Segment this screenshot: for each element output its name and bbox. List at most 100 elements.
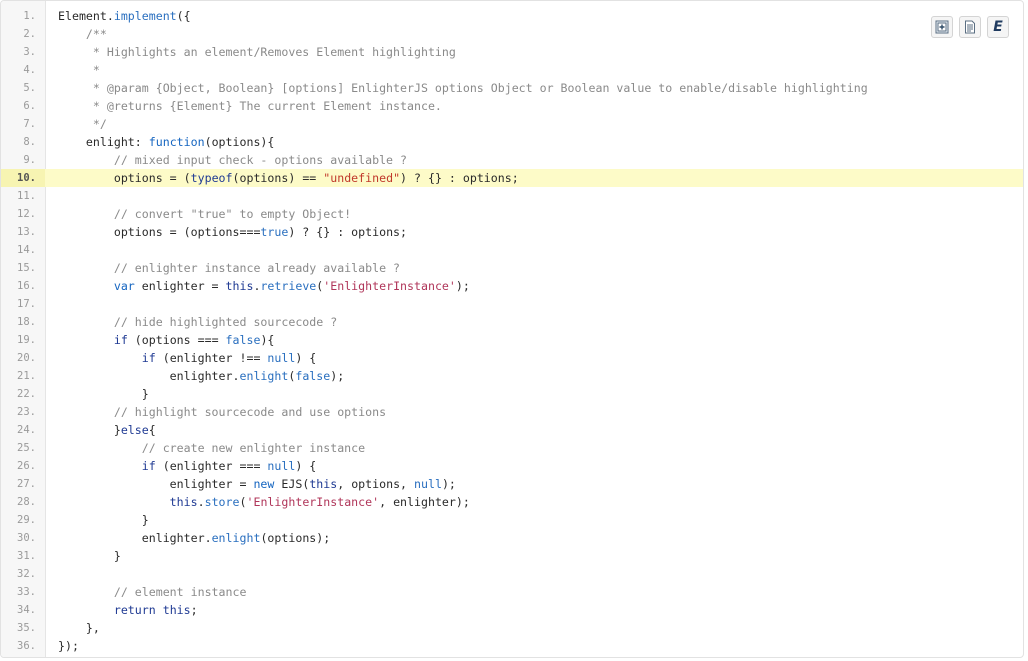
code-line: 30. enlighter.enlight(options); xyxy=(1,529,1023,547)
code-text: // hide highlighted sourcecode ? xyxy=(58,313,337,331)
line-number: 19. xyxy=(17,334,36,346)
code-token: Element. xyxy=(58,9,114,23)
code-token: ) ? {} : options; xyxy=(288,225,408,239)
code-token: * @param {Object, Boolean} [options] Enl… xyxy=(58,81,868,95)
line-number: 2. xyxy=(23,28,36,40)
code-token: // convert "true" to empty Object! xyxy=(58,207,352,221)
code-token: store xyxy=(204,495,240,509)
code-token: ); xyxy=(330,369,345,383)
code-token: (enlighter === xyxy=(155,459,268,473)
code-token: ){ xyxy=(260,333,275,347)
raw-source-button[interactable] xyxy=(959,16,981,38)
line-number: 14. xyxy=(17,244,36,256)
code-token: } xyxy=(58,549,121,563)
code-text: }); xyxy=(58,637,79,655)
code-line: 6. * @returns {Element} The current Elem… xyxy=(1,97,1023,115)
code-line: 25. // create new enlighter instance xyxy=(1,439,1023,457)
line-number: 31. xyxy=(17,550,36,562)
code-token: typeof xyxy=(190,171,233,185)
line-number: 27. xyxy=(17,478,36,490)
code-line: 9. // mixed input check - options availa… xyxy=(1,151,1023,169)
code-line: 14. xyxy=(1,241,1023,259)
code-line: 31. } xyxy=(1,547,1023,565)
line-number: 1. xyxy=(23,10,36,22)
code-token: // hide highlighted sourcecode ? xyxy=(58,315,338,329)
code-line: 21. enlighter.enlight(false); xyxy=(1,367,1023,385)
enlighterjs-logo-button[interactable]: E xyxy=(987,16,1009,38)
line-number: 34. xyxy=(17,604,36,616)
code-token: function xyxy=(148,135,205,149)
code-line: 4. * xyxy=(1,61,1023,79)
line-number: 33. xyxy=(17,586,36,598)
code-token: } xyxy=(58,387,149,401)
line-number: 20. xyxy=(17,352,36,364)
line-number: 18. xyxy=(17,316,36,328)
line-number: 17. xyxy=(17,298,36,310)
expand-code-button[interactable] xyxy=(931,16,953,38)
code-token: enlighter = xyxy=(134,279,226,293)
code-line: 5. * @param {Object, Boolean} [options] … xyxy=(1,79,1023,97)
code-line: 11. xyxy=(1,187,1023,205)
code-text: // convert "true" to empty Object! xyxy=(58,205,351,223)
line-number: 29. xyxy=(17,514,36,526)
code-text: }else{ xyxy=(58,421,156,439)
code-line: 10. options = (typeof(options) == "undef… xyxy=(1,169,1023,187)
code-token: return xyxy=(58,603,156,617)
code-token: "undefined" xyxy=(323,171,401,185)
code-token: } xyxy=(58,513,149,527)
code-line: 7. */ xyxy=(1,115,1023,133)
code-token: . xyxy=(197,495,205,509)
code-token: /** xyxy=(58,27,107,41)
code-text: Element.implement({ xyxy=(58,7,191,25)
code-text: enlighter.enlight(false); xyxy=(58,367,345,385)
code-token: enlighter. xyxy=(58,531,212,545)
code-line: 17. xyxy=(1,295,1023,313)
code-text: if (options === false){ xyxy=(58,331,275,349)
code-line: 28. this.store('EnlighterInstance', enli… xyxy=(1,493,1023,511)
line-number: 21. xyxy=(17,370,36,382)
code-line: 12. // convert "true" to empty Object! xyxy=(1,205,1023,223)
code-token: * Highlights an element/Removes Element … xyxy=(58,45,456,59)
code-token: EJS( xyxy=(274,477,310,491)
code-token: // create new enlighter instance xyxy=(58,441,366,455)
code-token: 'EnlighterInstance' xyxy=(323,279,456,293)
code-token: ({ xyxy=(176,9,191,23)
code-viewer: 1. Element.implement({ 2. /** 3. * Highligh… xyxy=(0,0,1024,658)
code-token: enlight: xyxy=(58,135,149,149)
line-number: 28. xyxy=(17,496,36,508)
code-token: this xyxy=(58,495,198,509)
code-token: enlight xyxy=(211,531,261,545)
code-line: 22. } xyxy=(1,385,1023,403)
code-token: , options, xyxy=(337,477,415,491)
code-text: this.store('EnlighterInstance', enlighte… xyxy=(58,493,470,511)
code-text: if (enlighter === null) { xyxy=(58,457,317,475)
code-line: 1. Element.implement({ xyxy=(1,7,1023,25)
code-text: options = (options===true) ? {} : option… xyxy=(58,223,407,241)
code-text: */ xyxy=(58,115,107,133)
raw-source-icon xyxy=(963,20,977,34)
code-token: enlighter. xyxy=(58,369,240,383)
line-number: 3. xyxy=(23,46,36,58)
code-token: ; xyxy=(190,603,198,617)
code-line: 34. return this; xyxy=(1,601,1023,619)
code-token: ); xyxy=(455,279,470,293)
code-line: 18. // hide highlighted sourcecode ? xyxy=(1,313,1023,331)
line-number: 35. xyxy=(17,622,36,634)
code-token: ) ? {} : options; xyxy=(400,171,519,185)
code-toolbar: E xyxy=(931,16,1009,38)
code-token: this xyxy=(225,279,254,293)
code-line: 33. // element instance xyxy=(1,583,1023,601)
code-token: { xyxy=(148,423,156,437)
code-token: ) { xyxy=(295,351,317,365)
code-text: if (enlighter !== null) { xyxy=(58,349,317,367)
code-line: 20. if (enlighter !== null) { xyxy=(1,349,1023,367)
code-text: } xyxy=(58,385,149,403)
code-token: * xyxy=(58,63,100,77)
code-text: var enlighter = this.retrieve('Enlighter… xyxy=(58,277,470,295)
code-line: 13. options = (options===true) ? {} : op… xyxy=(1,223,1023,241)
code-token: null xyxy=(267,351,296,365)
code-text: * @param {Object, Boolean} [options] Enl… xyxy=(58,79,868,97)
code-token: else xyxy=(120,423,149,437)
code-token: true xyxy=(260,225,289,239)
